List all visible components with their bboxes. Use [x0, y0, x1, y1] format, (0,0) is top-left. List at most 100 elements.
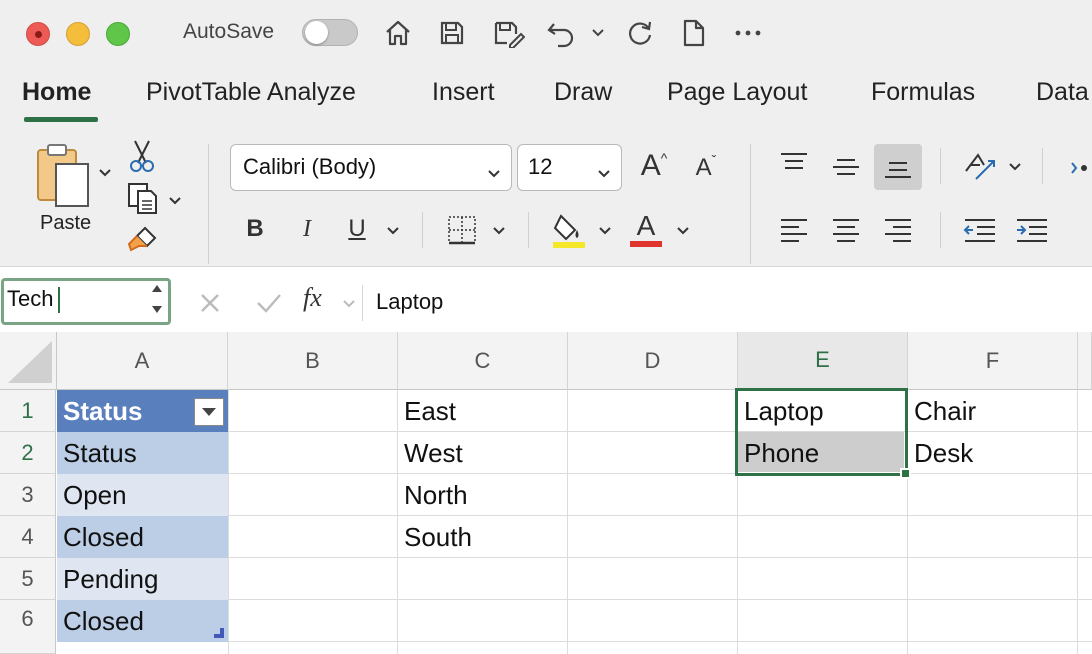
tab-pivottable-analyze[interactable]: PivotTable Analyze [146, 78, 356, 107]
align-left-icon[interactable] [776, 212, 812, 248]
tab-formulas[interactable]: Formulas [871, 78, 975, 107]
tab-home[interactable]: Home [22, 78, 91, 107]
cell-c2[interactable]: West [398, 432, 567, 474]
confirm-entry-icon[interactable] [252, 287, 286, 319]
font-size-value: 12 [528, 154, 553, 179]
row-header-2[interactable]: 2 [0, 432, 56, 474]
font-color-button[interactable]: A [626, 208, 666, 250]
column-header-c[interactable]: C [398, 332, 568, 390]
increase-font-size-button[interactable]: A ^ [634, 146, 674, 186]
row-header-6[interactable]: 6 [0, 600, 56, 654]
select-all-corner[interactable] [0, 332, 57, 390]
group-separator [1042, 148, 1043, 184]
align-top-icon[interactable] [776, 146, 812, 182]
tab-page-layout[interactable]: Page Layout [667, 78, 807, 107]
fill-color-dropdown-chevron-icon[interactable] [596, 222, 614, 240]
paste-label[interactable]: Paste [40, 212, 91, 235]
minimize-window-button[interactable] [66, 22, 90, 46]
grow-font-label: A [640, 149, 661, 182]
column-header-f[interactable]: F [908, 332, 1078, 390]
insert-function-button[interactable]: fx [303, 283, 322, 313]
underline-dropdown-chevron-icon[interactable] [384, 222, 402, 240]
filter-dropdown-button[interactable] [194, 398, 224, 426]
cell-f2[interactable]: Desk [908, 432, 1077, 474]
align-middle-icon[interactable] [828, 148, 864, 184]
paste-icon[interactable] [28, 142, 98, 208]
undo-icon[interactable] [544, 14, 580, 52]
cell-c1[interactable]: East [398, 390, 567, 432]
font-color-label: A [636, 210, 656, 241]
italic-button[interactable]: I [290, 212, 324, 246]
cell-f1[interactable]: Chair [908, 390, 1077, 432]
column-header-a[interactable]: A [57, 332, 228, 390]
font-name-select[interactable]: Calibri (Body) [230, 144, 512, 191]
cell-a1[interactable]: Status [57, 390, 228, 432]
cut-scissors-icon[interactable] [126, 138, 158, 174]
zoom-window-button[interactable] [106, 22, 130, 46]
cell-e2[interactable]: Phone [738, 432, 904, 472]
active-tab-indicator [24, 117, 98, 122]
cell-a4[interactable]: Closed [57, 516, 228, 558]
cell-a5[interactable]: Pending [57, 558, 228, 600]
tab-insert[interactable]: Insert [432, 78, 495, 107]
borders-icon[interactable] [444, 212, 480, 248]
title-bar: AutoSave [0, 0, 1092, 66]
autosave-toggle[interactable] [302, 19, 358, 46]
format-painter-icon[interactable] [124, 222, 160, 258]
group-separator [208, 144, 209, 264]
name-box-stepper-icon[interactable] [150, 282, 164, 323]
borders-dropdown-chevron-icon[interactable] [490, 222, 508, 240]
cell-a2[interactable]: Status [57, 432, 228, 474]
align-bottom-icon[interactable] [874, 144, 922, 190]
column-header-e[interactable]: E [738, 332, 908, 390]
cell-a6[interactable]: Closed [57, 600, 228, 642]
decrease-font-size-button[interactable]: Aˇ [688, 150, 724, 186]
column-header-d[interactable]: D [568, 332, 738, 390]
row-header-4[interactable]: 4 [0, 516, 56, 558]
save-as-icon[interactable] [488, 14, 528, 52]
tab-draw[interactable]: Draw [554, 78, 612, 107]
fill-handle[interactable] [900, 468, 911, 479]
cell-c4[interactable]: South [398, 516, 567, 558]
align-right-icon[interactable] [880, 212, 916, 248]
cancel-entry-icon[interactable] [194, 287, 226, 319]
row-header-1[interactable]: 1 [0, 390, 56, 432]
home-icon[interactable] [380, 14, 416, 52]
more-options-icon[interactable] [730, 14, 766, 52]
font-size-select[interactable]: 12 [517, 144, 622, 191]
increase-indent-icon[interactable] [1012, 212, 1052, 248]
row-header-5[interactable]: 5 [0, 558, 56, 600]
formula-input[interactable]: Laptop [362, 285, 1092, 321]
group-separator [528, 212, 529, 248]
undo-dropdown-chevron-icon[interactable] [588, 14, 608, 52]
save-icon[interactable] [434, 14, 470, 52]
bold-button[interactable]: B [238, 212, 272, 246]
fill-color-icon[interactable] [550, 210, 588, 250]
shrink-font-label: A [695, 154, 712, 181]
new-document-icon[interactable] [676, 14, 712, 52]
column-header-b[interactable]: B [228, 332, 398, 390]
tab-data[interactable]: Data [1036, 78, 1089, 107]
text-cursor [58, 287, 60, 313]
cell-a3[interactable]: Open [57, 474, 228, 516]
name-box[interactable]: Tech [1, 278, 171, 325]
underline-button[interactable]: U [340, 212, 374, 246]
copy-dropdown-chevron-icon[interactable] [166, 192, 184, 210]
row-header-3[interactable]: 3 [0, 474, 56, 516]
close-window-button[interactable] [26, 22, 50, 46]
font-color-dropdown-chevron-icon[interactable] [674, 222, 692, 240]
fx-dropdown-chevron-icon[interactable] [340, 295, 358, 313]
align-center-icon[interactable] [828, 212, 864, 248]
orientation-dropdown-chevron-icon[interactable] [1006, 158, 1024, 176]
cell-e1[interactable]: Laptop [738, 390, 907, 432]
wrap-text-icon[interactable] [1066, 150, 1092, 186]
redo-icon[interactable] [622, 14, 658, 52]
gridline [567, 390, 568, 654]
cell-c3[interactable]: North [398, 474, 567, 516]
copy-icon[interactable] [124, 180, 160, 216]
column-header-g[interactable] [1078, 332, 1092, 390]
paste-dropdown-chevron-icon[interactable] [96, 164, 114, 182]
text-orientation-icon[interactable] [960, 146, 1000, 186]
decrease-indent-icon[interactable] [960, 212, 1000, 248]
table-header-text: Status [63, 396, 143, 426]
